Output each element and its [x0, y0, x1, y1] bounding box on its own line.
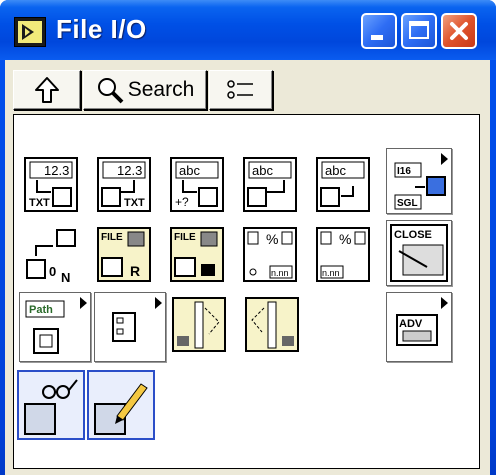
binary-file-submenu[interactable]: I16 SGL	[386, 148, 452, 214]
svg-text:%: %	[266, 231, 278, 247]
read-lines-from-file-icon[interactable]: abc	[313, 154, 375, 216]
svg-text:I16: I16	[397, 166, 411, 177]
read-characters-from-file-icon[interactable]: abc	[240, 154, 302, 216]
svg-text:FILE: FILE	[101, 232, 123, 243]
search-button[interactable]: Search	[83, 70, 207, 110]
application-window: File I/O Search 12.3 TXT 12.3 TXT abc +?…	[0, 0, 496, 475]
svg-text:abc: abc	[252, 163, 273, 178]
file-constants-submenu[interactable]: Path	[19, 292, 91, 362]
read-measurement-file-icon[interactable]	[242, 294, 304, 356]
svg-text:N: N	[61, 270, 70, 285]
svg-text:abc: abc	[325, 163, 346, 178]
minimize-button[interactable]	[361, 13, 397, 49]
svg-text:%: %	[339, 231, 351, 247]
svg-text:SGL: SGL	[397, 198, 418, 209]
svg-text:n.nn: n.nn	[271, 268, 289, 278]
close-icon	[450, 22, 468, 40]
open-create-replace-file-icon[interactable]: 0 N	[21, 224, 83, 286]
svg-text:R: R	[130, 263, 140, 279]
write-spreadsheet-file-icon[interactable]: 12.3 TXT	[21, 154, 83, 216]
close-button[interactable]	[441, 13, 477, 49]
svg-text:TXT: TXT	[29, 197, 50, 209]
scan-from-file-icon[interactable]: % n.nn	[313, 224, 375, 286]
search-label: Search	[127, 78, 195, 101]
svg-text:TXT: TXT	[124, 197, 145, 209]
svg-text:+?: +?	[175, 195, 189, 209]
configuration-file-submenu[interactable]	[94, 292, 166, 362]
read-file-icon[interactable]: FILE R	[94, 224, 156, 286]
labview-icon	[14, 17, 46, 47]
close-file-icon[interactable]: CLOSE	[386, 220, 452, 286]
up-arrow-icon	[35, 77, 59, 103]
svg-text:12.3: 12.3	[44, 163, 69, 178]
svg-text:abc: abc	[179, 163, 200, 178]
write-characters-to-file-icon[interactable]: abc +?	[167, 154, 229, 216]
title-bar[interactable]: File I/O	[0, 0, 496, 60]
svg-text:n.nn: n.nn	[322, 268, 340, 278]
view-options-icon	[227, 80, 253, 99]
up-button[interactable]	[13, 70, 81, 110]
palette-toolbar: Search	[13, 70, 275, 110]
palette-client-area: Search 12.3 TXT 12.3 TXT abc +? abc abc …	[5, 60, 490, 475]
read-spreadsheet-file-icon[interactable]: 12.3 TXT	[94, 154, 156, 216]
window-title: File I/O	[56, 14, 147, 44]
view-options-button[interactable]	[209, 70, 273, 110]
svg-text:12.3: 12.3	[117, 163, 142, 178]
write-labview-measurement-file-icon[interactable]	[87, 370, 155, 440]
maximize-icon	[409, 21, 429, 39]
format-into-file-icon[interactable]: % n.nn	[240, 224, 302, 286]
svg-text:ADV: ADV	[399, 318, 423, 330]
file-io-palette: 12.3 TXT 12.3 TXT abc +? abc abc I16 SGL…	[13, 114, 480, 469]
read-labview-measurement-file-icon[interactable]	[17, 370, 85, 440]
advanced-file-functions-submenu[interactable]: ADV	[386, 292, 452, 362]
svg-text:Path: Path	[29, 304, 53, 316]
search-icon	[97, 78, 124, 104]
minimize-icon	[371, 35, 383, 40]
write-measurement-file-icon[interactable]	[169, 294, 231, 356]
maximize-button[interactable]	[401, 13, 437, 49]
write-file-icon[interactable]: FILE	[167, 224, 229, 286]
svg-text:0: 0	[49, 264, 56, 279]
svg-text:CLOSE: CLOSE	[394, 229, 432, 241]
svg-text:FILE: FILE	[174, 232, 196, 243]
